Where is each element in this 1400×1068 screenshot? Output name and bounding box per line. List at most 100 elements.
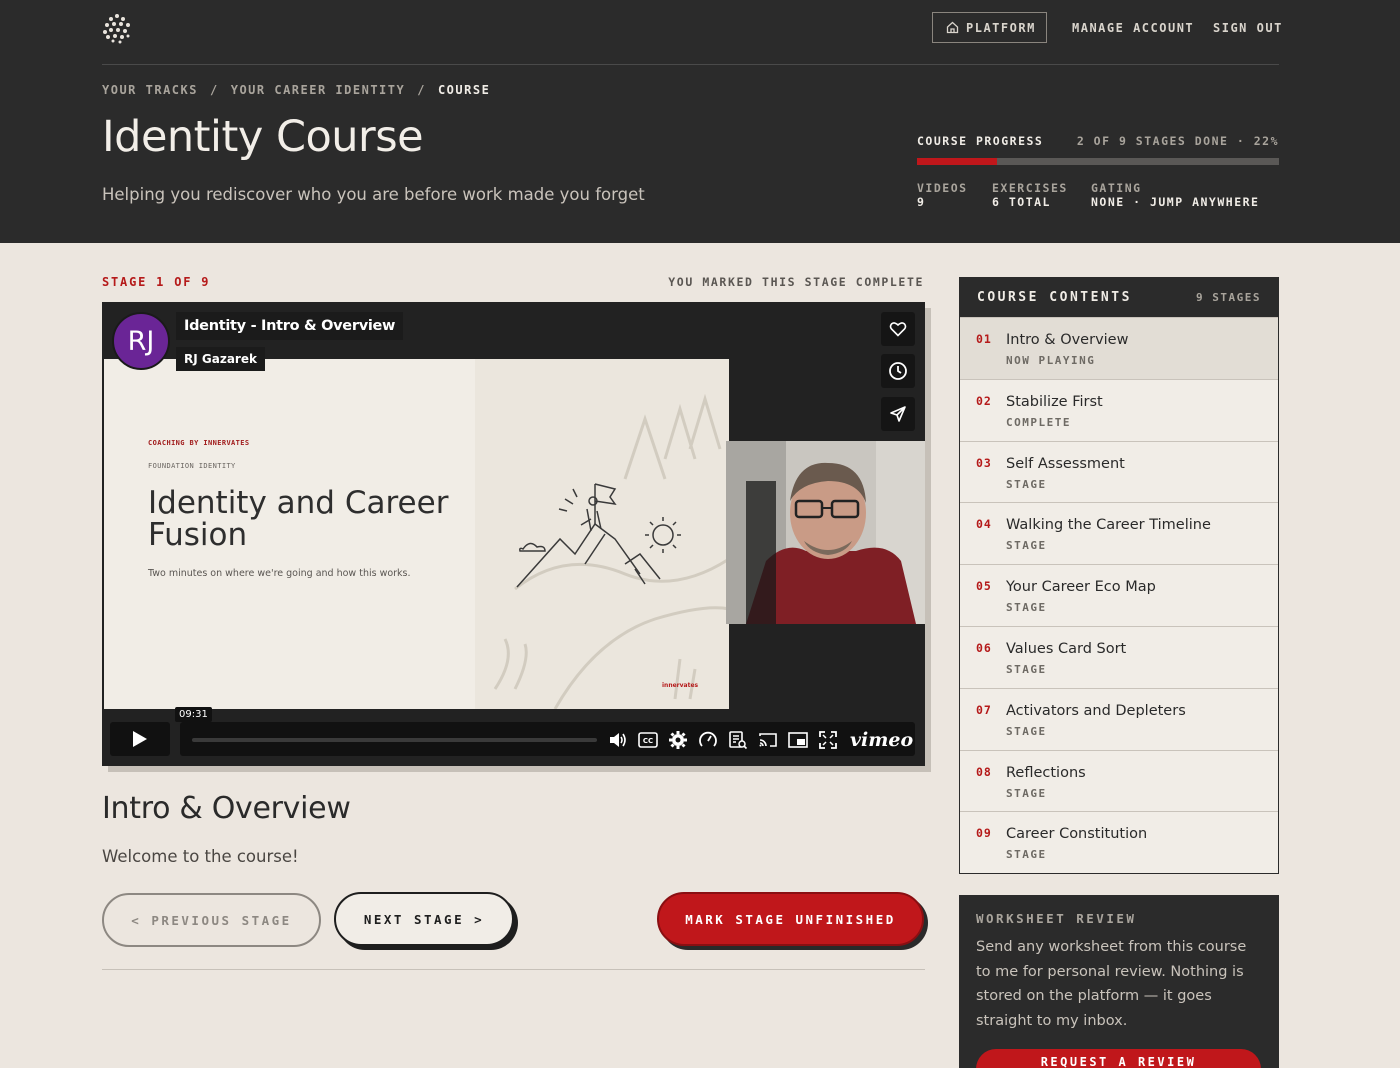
clock-icon xyxy=(889,362,907,380)
stage-item-07[interactable]: 07 Activators and Depleters STAGE xyxy=(960,687,1278,750)
play-icon xyxy=(133,731,147,747)
like-button[interactable] xyxy=(881,312,915,346)
stat-label: GATING xyxy=(1091,181,1142,195)
progress-label: COURSE PROGRESS xyxy=(917,134,1044,148)
breadcrumb-separator: / xyxy=(209,83,219,97)
stat-value: 9 xyxy=(917,195,926,209)
stage-number: 05 xyxy=(976,579,992,594)
stage-count: 9 STAGES xyxy=(1196,291,1261,304)
stage-indicator: STAGE 1 OF 9 xyxy=(102,275,211,289)
speed-icon[interactable] xyxy=(698,730,718,750)
stage-item-03[interactable]: 03 Self Assessment STAGE xyxy=(960,440,1278,503)
breadcrumb-tracks[interactable]: YOUR TRACKS xyxy=(102,83,198,97)
stage-item-09[interactable]: 09 Career Constitution STAGE xyxy=(960,811,1278,873)
progress-bar-fill xyxy=(917,158,997,165)
video-scrubber[interactable] xyxy=(192,738,597,742)
fullscreen-icon[interactable] xyxy=(818,730,838,750)
stage-status: STAGE xyxy=(1006,848,1047,862)
home-icon xyxy=(946,21,959,34)
heart-icon xyxy=(889,322,907,337)
stat-exercises: EXERCISES 6 TOTAL xyxy=(992,181,1068,209)
course-contents-header: COURSE CONTENTS 9 STAGES xyxy=(960,278,1278,317)
stage-status: STAGE xyxy=(1006,786,1047,800)
stage-description: Welcome to the course! xyxy=(102,847,299,866)
play-button[interactable] xyxy=(110,722,170,756)
stage-name: Your Career Eco Map xyxy=(1006,579,1156,596)
stage-item-05[interactable]: 05 Your Career Eco Map STAGE xyxy=(960,564,1278,626)
stage-number: 09 xyxy=(976,826,992,841)
video-title[interactable]: Identity - Intro & Overview xyxy=(176,312,404,340)
stage-status: STAGE xyxy=(1006,601,1047,615)
stage-complete-note: YOU MARKED THIS STAGE COMPLETE xyxy=(668,275,924,289)
stage-name: Reflections xyxy=(1006,764,1086,781)
slide-illustration xyxy=(475,359,730,710)
stage-heading: Intro & Overview xyxy=(102,791,351,826)
stage-name: Stabilize First xyxy=(1006,393,1103,410)
slide-brand: innervates xyxy=(662,682,699,689)
stage-status: STAGE xyxy=(1006,724,1047,738)
stage-name: Walking the Career Timeline xyxy=(1006,517,1211,534)
vimeo-logo[interactable]: vimeo xyxy=(850,729,913,751)
platform-button[interactable]: PLATFORM xyxy=(932,12,1047,43)
stage-item-08[interactable]: 08 Reflections STAGE xyxy=(960,749,1278,812)
watch-later-button[interactable] xyxy=(881,354,915,388)
presenter-webcam xyxy=(726,441,925,624)
breadcrumb-separator: / xyxy=(417,83,426,97)
divider xyxy=(102,969,925,970)
video-player[interactable]: COACHING BY INNERVATES FOUNDATION IDENTI… xyxy=(102,302,925,766)
worksheet-review-panel: WORKSHEET REVIEW Send any worksheet from… xyxy=(959,895,1279,1068)
stage-status: STAGE xyxy=(1006,662,1047,676)
transcript-icon[interactable] xyxy=(728,730,748,750)
stage-name: Values Card Sort xyxy=(1006,640,1127,657)
stage-item-06[interactable]: 06 Values Card Sort STAGE xyxy=(960,625,1278,688)
video-title-overlay: RJ Identity - Intro & Overview RJ Gazare… xyxy=(112,312,404,371)
request-review-button[interactable]: REQUEST A REVIEW xyxy=(976,1049,1261,1068)
send-icon xyxy=(890,406,906,422)
previous-stage-button[interactable]: < PREVIOUS STAGE xyxy=(102,893,321,947)
stage-item-04[interactable]: 04 Walking the Career Timeline STAGE xyxy=(960,502,1278,564)
video-author[interactable]: RJ Gazarek xyxy=(176,347,265,371)
worksheet-review-body: Send any worksheet from this course to m… xyxy=(976,939,1247,1029)
breadcrumb-career-identity[interactable]: YOUR CAREER IDENTITY xyxy=(231,83,406,97)
video-time-tooltip: 09:31 xyxy=(175,707,212,722)
settings-gear-icon[interactable] xyxy=(668,730,688,750)
stage-number: 06 xyxy=(976,640,992,655)
stage-item-02[interactable]: 02 Stabilize First COMPLETE xyxy=(960,378,1278,441)
divider xyxy=(102,64,1279,65)
mark-stage-unfinished-button[interactable]: MARK STAGE UNFINISHED xyxy=(657,892,924,946)
stat-value: 6 TOTAL xyxy=(992,195,1051,209)
stage-number: 02 xyxy=(976,393,992,408)
stage-status: STAGE xyxy=(1006,477,1047,491)
captions-icon[interactable]: CC xyxy=(638,730,658,750)
stage-name: Career Constitution xyxy=(1006,826,1148,843)
stage-number: 07 xyxy=(976,702,992,717)
stage-item-01[interactable]: 01 Intro & Overview NOW PLAYING xyxy=(960,317,1278,379)
platform-label: PLATFORM xyxy=(966,20,1036,35)
stat-label: EXERCISES xyxy=(992,181,1068,195)
page-subtitle: Helping you rediscover who you are befor… xyxy=(102,185,645,204)
sign-out-link[interactable]: SIGN OUT xyxy=(1213,12,1283,43)
svg-text:CC: CC xyxy=(643,737,653,745)
volume-icon[interactable] xyxy=(608,730,628,750)
slide-subtext: Two minutes on where we're going and how… xyxy=(148,568,411,579)
stage-number: 08 xyxy=(976,764,992,779)
picture-in-picture-icon[interactable] xyxy=(788,730,808,750)
share-button[interactable] xyxy=(881,397,915,431)
stat-label: VIDEOS xyxy=(917,181,968,195)
breadcrumb: YOUR TRACKS / YOUR CAREER IDENTITY / COU… xyxy=(102,83,490,97)
mountain-illustration xyxy=(493,393,730,710)
stage-status: NOW PLAYING xyxy=(1006,354,1096,367)
course-contents-title: COURSE CONTENTS xyxy=(977,290,1132,305)
video-controls: CC vimeo xyxy=(180,722,915,756)
breadcrumb-course: COURSE xyxy=(437,83,491,97)
page-title: Identity Course xyxy=(102,112,424,162)
course-header: PLATFORM MANAGE ACCOUNT SIGN OUT YOUR TR… xyxy=(0,0,1400,243)
avatar[interactable]: RJ xyxy=(112,312,170,370)
cast-icon[interactable] xyxy=(758,730,778,750)
next-stage-button[interactable]: NEXT STAGE > xyxy=(334,892,514,946)
logo-icon[interactable] xyxy=(102,12,132,44)
stat-gating: GATING NONE · JUMP ANYWHERE xyxy=(1091,181,1259,209)
stage-name: Activators and Depleters xyxy=(1006,702,1186,719)
stat-value: NONE · JUMP ANYWHERE xyxy=(1091,195,1260,209)
manage-account-link[interactable]: MANAGE ACCOUNT xyxy=(1072,12,1194,43)
